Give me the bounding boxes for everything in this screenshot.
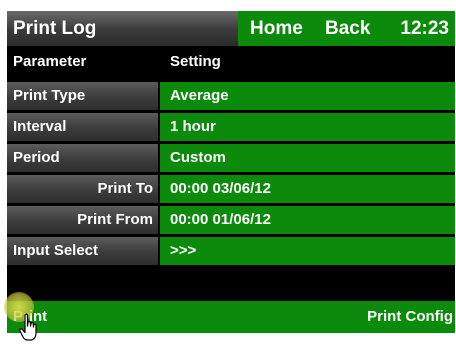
row-print-type[interactable]: Print Type Average <box>7 82 455 110</box>
clock-time: 12:23 <box>400 18 449 39</box>
print-log-screen: Print Log Home Back 12:23 Parameter Sett… <box>7 11 455 333</box>
print-from-value[interactable]: 00:00 01/06/12 <box>160 206 455 234</box>
period-label: Period <box>7 144 158 172</box>
interval-label: Interval <box>7 113 158 141</box>
row-print-from[interactable]: Print From 00:00 01/06/12 <box>7 206 455 234</box>
footer-bar: Print Print Config <box>7 301 455 333</box>
input-select-label: Input Select <box>7 237 158 265</box>
input-select-value[interactable]: >>> <box>160 237 455 265</box>
print-type-value[interactable]: Average <box>160 82 455 110</box>
row-interval[interactable]: Interval 1 hour <box>7 113 455 141</box>
page-title: Print Log <box>7 11 238 46</box>
row-input-select[interactable]: Input Select >>> <box>7 237 455 265</box>
header-bar: Print Log Home Back 12:23 <box>7 11 455 46</box>
print-config-button[interactable]: Print Config <box>367 301 453 333</box>
print-from-label: Print From <box>7 206 158 234</box>
nav-bar: Home Back 12:23 <box>238 11 455 46</box>
hand-pointer-icon <box>19 313 37 341</box>
table-header-row: Parameter Setting <box>7 48 455 76</box>
row-period[interactable]: Period Custom <box>7 144 455 172</box>
row-print-to[interactable]: Print To 00:00 03/06/12 <box>7 175 455 203</box>
print-to-value[interactable]: 00:00 03/06/12 <box>160 175 455 203</box>
print-type-label: Print Type <box>7 82 158 110</box>
column-header-parameter: Parameter <box>7 48 158 76</box>
back-button[interactable]: Back <box>325 11 370 46</box>
interval-value[interactable]: 1 hour <box>160 113 455 141</box>
period-value[interactable]: Custom <box>160 144 455 172</box>
print-to-label: Print To <box>7 175 158 203</box>
column-header-setting: Setting <box>160 48 455 76</box>
home-button[interactable]: Home <box>250 11 303 46</box>
